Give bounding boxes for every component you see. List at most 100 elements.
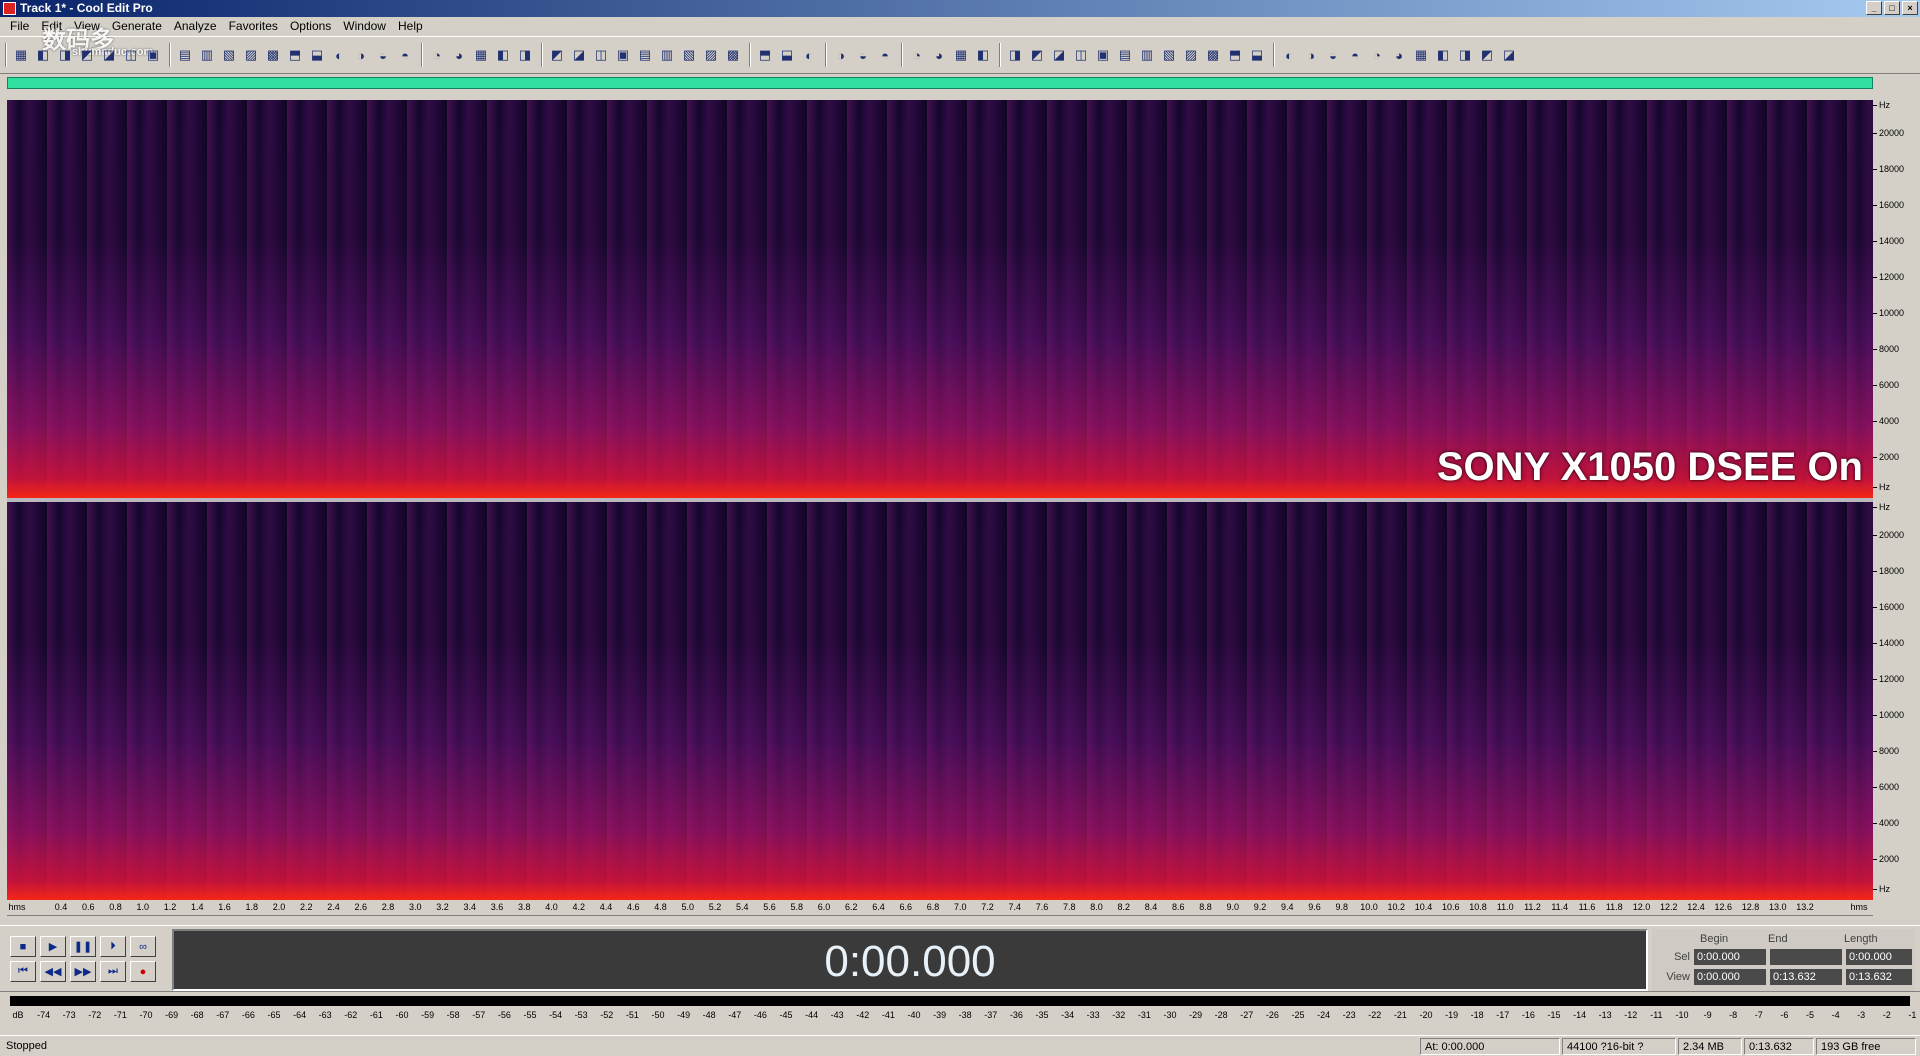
menu-file[interactable]: File (4, 17, 35, 36)
zoom-out-vert-button[interactable]: ▨ (700, 44, 722, 66)
effect4-button[interactable]: ◧ (972, 44, 994, 66)
noise-button[interactable]: ▨ (1180, 44, 1202, 66)
maximize-button[interactable]: □ (1884, 1, 1900, 15)
zoom-full-button[interactable]: ◫ (590, 44, 612, 66)
invert-icon: ◨ (518, 47, 532, 62)
sel-begin-field[interactable]: 0:00.000 (1694, 949, 1766, 965)
effect1-button[interactable]: ◔ (906, 44, 928, 66)
pause-button[interactable]: ❚❚ (70, 936, 96, 957)
gate-button[interactable]: ▦ (1410, 44, 1432, 66)
envelope-button[interactable]: ◔ (426, 44, 448, 66)
limit-button[interactable]: ◕ (1388, 44, 1410, 66)
center-button[interactable]: ◪ (1498, 44, 1520, 66)
echo-button[interactable]: ◪ (1048, 44, 1070, 66)
distort-button[interactable]: ◧ (1432, 44, 1454, 66)
zoom-sel-button[interactable]: ▣ (612, 44, 634, 66)
phase-button[interactable]: ◨ (1454, 44, 1476, 66)
trim-button[interactable]: ⬓ (306, 44, 328, 66)
sel-length-field[interactable]: 0:00.000 (1846, 949, 1912, 965)
open-button[interactable]: ◧ (32, 44, 54, 66)
zoom-left-button[interactable]: ▤ (634, 44, 656, 66)
filter-button[interactable]: ◨ (1004, 44, 1026, 66)
view-begin-field[interactable]: 0:00.000 (1694, 969, 1766, 985)
menu-edit[interactable]: Edit (35, 17, 68, 36)
view-length-field[interactable]: 0:13.632 (1846, 969, 1912, 985)
record-button[interactable]: ▣ (142, 44, 164, 66)
effect3-button[interactable]: ▦ (950, 44, 972, 66)
waveform-button[interactable]: ▦ (10, 44, 32, 66)
play-button[interactable]: ▶ (40, 936, 66, 957)
effect2-button[interactable]: ◕ (928, 44, 950, 66)
invert-button[interactable]: ◨ (514, 44, 536, 66)
flanger-button[interactable]: ▤ (1114, 44, 1136, 66)
go-start-button[interactable]: ⏮ (10, 961, 36, 982)
zoom-full-vert-button[interactable]: ▩ (722, 44, 744, 66)
help-button[interactable]: ◐ (798, 44, 820, 66)
play-to-end-button[interactable]: ⏵ (100, 936, 126, 957)
pan-button[interactable]: ◩ (1476, 44, 1498, 66)
silence-button[interactable]: ◐ (328, 44, 350, 66)
save-button[interactable]: ◨ (54, 44, 76, 66)
cue-button[interactable]: ◓ (394, 44, 416, 66)
normalize-button[interactable]: ◧ (492, 44, 514, 66)
new-button[interactable]: ◫ (120, 44, 142, 66)
graphic-eq-button[interactable]: ◐ (1278, 44, 1300, 66)
find-button[interactable]: ◑ (350, 44, 372, 66)
zoom-vert-button[interactable]: ▧ (678, 44, 700, 66)
expand-button[interactable]: ◔ (1366, 44, 1388, 66)
sel-end-field[interactable] (1770, 949, 1842, 965)
compress-button[interactable]: ◓ (1344, 44, 1366, 66)
rewind-button[interactable]: ◀◀ (40, 961, 66, 982)
redo-button[interactable]: ▥ (196, 44, 218, 66)
loop-button[interactable]: ∞ (130, 936, 156, 957)
parametric-button[interactable]: ◑ (1300, 44, 1322, 66)
zoom-in-button[interactable]: ◩ (546, 44, 568, 66)
amplify-button[interactable]: ▦ (470, 44, 492, 66)
menu-window[interactable]: Window (337, 17, 392, 36)
undo-button[interactable]: ▤ (174, 44, 196, 66)
statistics-button[interactable]: ◓ (874, 44, 896, 66)
menu-generate[interactable]: Generate (106, 17, 168, 36)
spectral-view[interactable]: SONY X1050 DSEE On (7, 100, 1873, 900)
minimize-button[interactable]: _ (1866, 1, 1882, 15)
time-ruler[interactable]: hms 0.4 0.6 0.8 1.0 1.2 1.4 1.6 1.8 2.0 2.2 2.4 2.6 2… (7, 900, 1873, 916)
paste-button[interactable]: ▩ (262, 44, 284, 66)
menu-view[interactable]: View (68, 17, 106, 36)
delay-button[interactable]: ◩ (1026, 44, 1048, 66)
go-end-button[interactable]: ⏭ (100, 961, 126, 982)
cut-button[interactable]: ▧ (218, 44, 240, 66)
menu-favorites[interactable]: Favorites (223, 17, 284, 36)
view-end-field[interactable]: 0:13.632 (1770, 969, 1842, 985)
pitch-button[interactable]: ▥ (1136, 44, 1158, 66)
close-file-button[interactable]: ◪ (98, 44, 120, 66)
sel-label: Sel (1674, 951, 1690, 963)
dynamics-button[interactable]: ◒ (1322, 44, 1344, 66)
menu-help[interactable]: Help (392, 17, 429, 36)
stop-button[interactable]: ■ (10, 936, 36, 957)
stretch-button[interactable]: ▧ (1158, 44, 1180, 66)
copy-button[interactable]: ▨ (240, 44, 262, 66)
save-all-button[interactable]: ◩ (76, 44, 98, 66)
spectral-button[interactable]: ◑ (830, 44, 852, 66)
marker-button[interactable]: ◒ (372, 44, 394, 66)
right-channel-spectrogram[interactable] (7, 502, 1873, 900)
fade-button[interactable]: ◕ (448, 44, 470, 66)
eq-button[interactable]: ⬓ (1246, 44, 1268, 66)
close-button[interactable]: × (1902, 1, 1918, 15)
frequency-button[interactable]: ◒ (852, 44, 874, 66)
record-button[interactable]: ● (130, 961, 156, 982)
menu-analyze[interactable]: Analyze (168, 17, 223, 36)
chorus-button[interactable]: ▣ (1092, 44, 1114, 66)
click-button[interactable]: ▩ (1202, 44, 1224, 66)
hiss-button[interactable]: ⬒ (1224, 44, 1246, 66)
mix-paste-button[interactable]: ⬒ (284, 44, 306, 66)
menu-options[interactable]: Options (284, 17, 337, 36)
overview-range-bar[interactable] (7, 77, 1873, 89)
zoom-out-button[interactable]: ◪ (568, 44, 590, 66)
zoom-right-button[interactable]: ▥ (656, 44, 678, 66)
analysis-button[interactable]: ⬓ (776, 44, 798, 66)
fast-forward-button[interactable]: ▶▶ (70, 961, 96, 982)
settings-button[interactable]: ⬒ (754, 44, 776, 66)
left-channel-spectrogram[interactable]: SONY X1050 DSEE On (7, 100, 1873, 498)
reverb-button[interactable]: ◫ (1070, 44, 1092, 66)
